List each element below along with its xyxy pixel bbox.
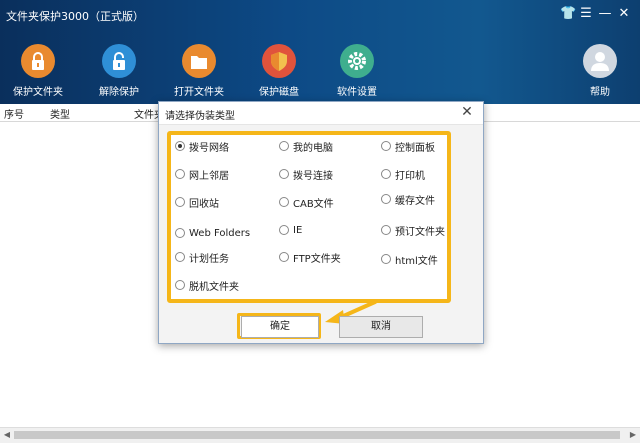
radio-button[interactable] — [381, 169, 391, 179]
radio-button[interactable] — [279, 252, 289, 262]
option-web-folders[interactable]: Web Folders — [175, 226, 250, 240]
radio-button[interactable] — [381, 254, 391, 264]
radio-button[interactable] — [175, 197, 185, 207]
option-ie[interactable]: IE — [279, 223, 302, 237]
dialog-title: 请选择伪装类型 — [165, 111, 235, 122]
unprotect-button[interactable]: 解除保护 — [81, 44, 157, 98]
radio-button[interactable] — [175, 228, 185, 238]
minimize-icon[interactable]: — — [597, 6, 613, 22]
radio-button[interactable] — [381, 141, 391, 151]
option-html-file[interactable]: html文件 — [381, 252, 438, 267]
menu-icon[interactable]: ☰ — [578, 6, 594, 22]
radio-button[interactable] — [279, 225, 289, 235]
option-cache-file[interactable]: 缓存文件 — [381, 192, 435, 207]
radio-button[interactable] — [381, 194, 391, 204]
unprotect-label: 解除保护 — [99, 87, 139, 98]
horizontal-scrollbar[interactable]: ◀ ▶ — [0, 427, 640, 443]
option-ftp-folder[interactable]: FTP文件夹 — [279, 250, 341, 265]
option-dialup-network[interactable]: 拨号网络 — [175, 139, 229, 154]
radio-button[interactable] — [381, 225, 391, 235]
shield-icon — [262, 44, 296, 78]
option-subscription-folder[interactable]: 预订文件夹 — [381, 223, 445, 238]
protect-folder-label: 保护文件夹 — [13, 87, 63, 98]
radio-button[interactable] — [175, 141, 185, 151]
skin-icon[interactable]: 👕 — [560, 6, 576, 22]
column-index[interactable]: 序号 — [4, 106, 24, 121]
option-offline-folder[interactable]: 脱机文件夹 — [175, 278, 239, 293]
radio-button[interactable] — [279, 197, 289, 207]
user-help-icon — [583, 44, 617, 78]
option-recycle-bin[interactable]: 回收站 — [175, 195, 219, 210]
radio-button[interactable] — [175, 280, 185, 290]
disguise-type-dialog: 请选择伪装类型 ✕ 拨号网络 我的电脑 控制面板 网上邻居 拨号连接 打印机 回… — [158, 101, 484, 344]
option-scheduled-tasks[interactable]: 计划任务 — [175, 250, 229, 265]
radio-button[interactable] — [175, 252, 185, 262]
scroll-thumb[interactable] — [14, 431, 620, 439]
scroll-right-icon[interactable]: ▶ — [627, 429, 639, 441]
dialog-close-icon[interactable]: ✕ — [459, 104, 475, 120]
column-type[interactable]: 类型 — [50, 106, 70, 121]
folder-icon — [182, 44, 216, 78]
settings-button[interactable]: 软件设置 — [319, 44, 395, 98]
protect-folder-button[interactable]: 保护文件夹 — [0, 44, 76, 98]
option-printer[interactable]: 打印机 — [381, 167, 425, 182]
disguise-options-panel: 拨号网络 我的电脑 控制面板 网上邻居 拨号连接 打印机 回收站 CAB文件 缓… — [167, 131, 451, 303]
unlock-icon — [102, 44, 136, 78]
cancel-button[interactable]: 取消 — [339, 316, 423, 338]
option-control-panel[interactable]: 控制面板 — [381, 139, 435, 154]
radio-button[interactable] — [279, 141, 289, 151]
app-header: 文件夹保护3000（正式版） 👕 ☰ — ✕ 保护文件夹 解除保护 打开文件夹 … — [0, 0, 640, 104]
radio-button[interactable] — [279, 169, 289, 179]
option-dialup-connection[interactable]: 拨号连接 — [279, 167, 333, 182]
open-folder-button[interactable]: 打开文件夹 — [161, 44, 237, 98]
protect-disk-button[interactable]: 保护磁盘 — [241, 44, 317, 98]
ok-button[interactable]: 确定 — [241, 316, 319, 338]
help-label: 帮助 — [590, 87, 610, 98]
option-network-neighborhood[interactable]: 网上邻居 — [175, 167, 229, 182]
scroll-left-icon[interactable]: ◀ — [1, 429, 13, 441]
settings-label: 软件设置 — [337, 87, 377, 98]
option-cab-file[interactable]: CAB文件 — [279, 195, 334, 210]
app-title: 文件夹保护3000（正式版） — [6, 10, 144, 23]
lock-icon — [21, 44, 55, 78]
radio-button[interactable] — [175, 169, 185, 179]
open-folder-label: 打开文件夹 — [174, 87, 224, 98]
protect-disk-label: 保护磁盘 — [259, 87, 299, 98]
dialog-titlebar: 请选择伪装类型 ✕ — [159, 102, 483, 125]
option-my-computer[interactable]: 我的电脑 — [279, 139, 333, 154]
close-icon[interactable]: ✕ — [616, 6, 632, 22]
gear-icon — [340, 44, 374, 78]
help-button[interactable]: 帮助 — [562, 44, 638, 98]
